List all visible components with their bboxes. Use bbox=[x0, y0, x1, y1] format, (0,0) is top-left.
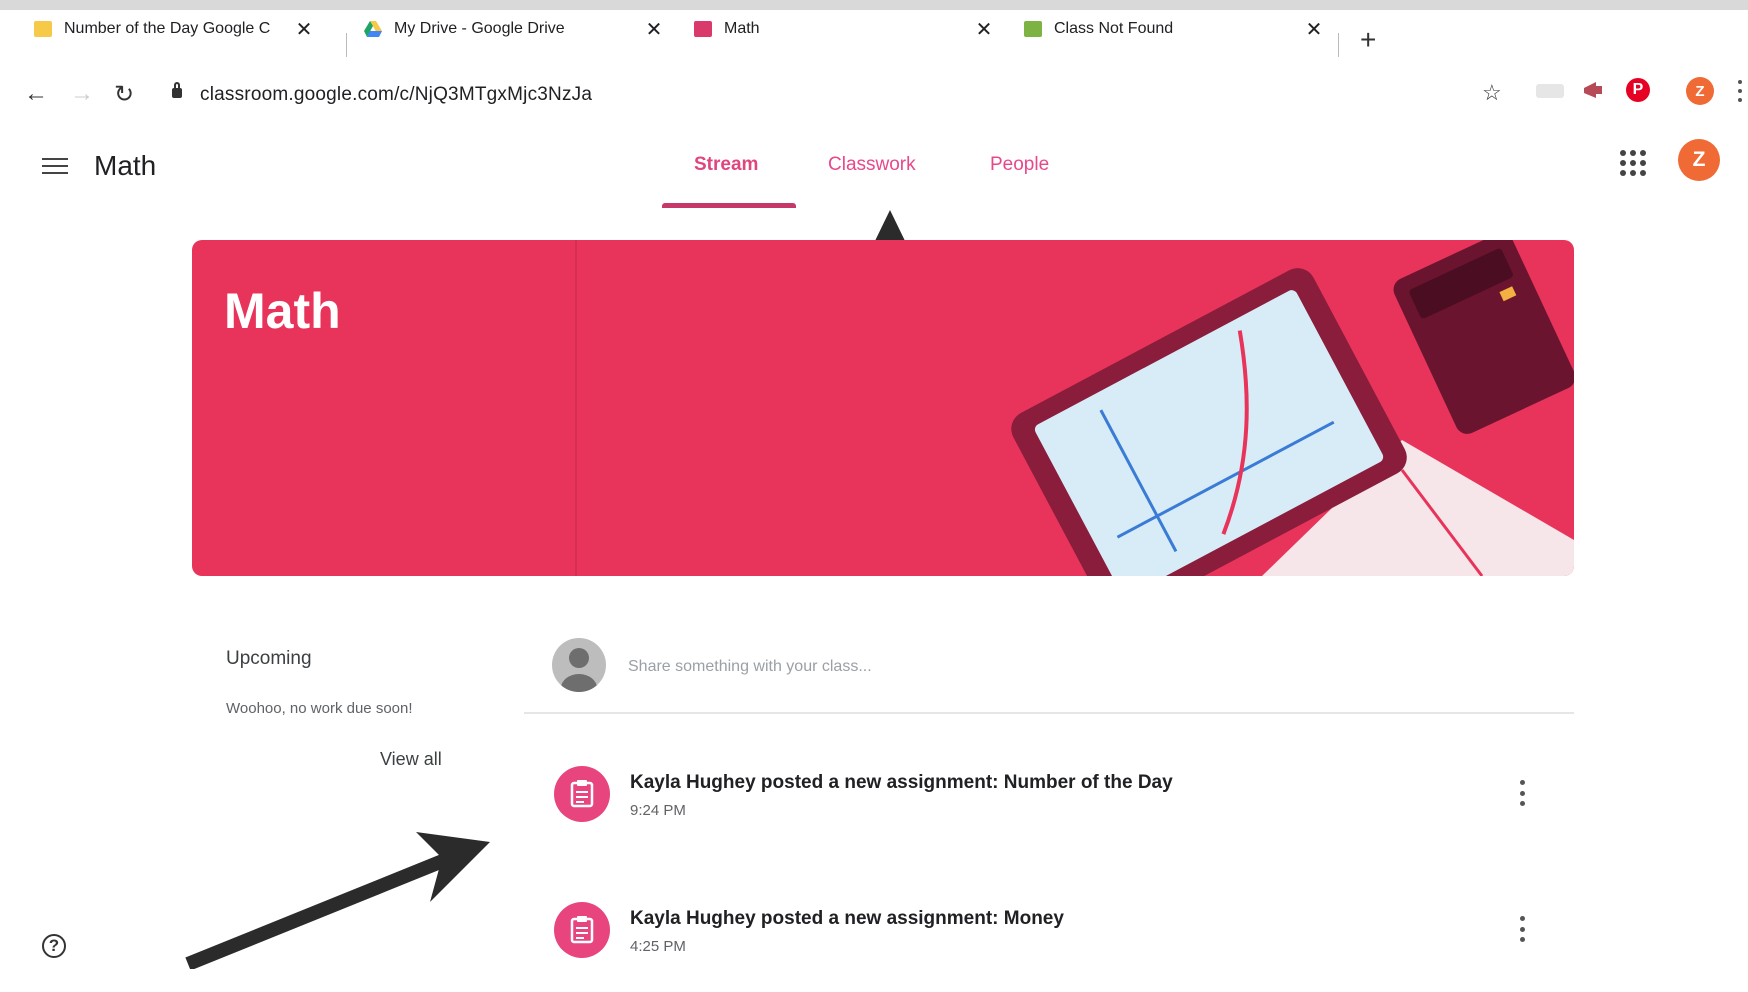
class-banner: Math bbox=[192, 240, 1574, 576]
browser-tab-my-drive[interactable]: My Drive - Google Drive ✕ bbox=[364, 14, 664, 44]
close-icon[interactable]: ✕ bbox=[974, 17, 994, 42]
share-placeholder[interactable]: Share something with your class... bbox=[628, 658, 872, 676]
tab-divider bbox=[346, 33, 347, 57]
forward-arrow-icon[interactable]: → bbox=[70, 80, 94, 108]
assignment-icon bbox=[554, 766, 610, 822]
browser-menu-icon[interactable] bbox=[1738, 80, 1742, 102]
tab-title: Math bbox=[724, 20, 760, 37]
stream-post[interactable]: Kayla Hughey posted a new assignment: Mo… bbox=[524, 902, 1574, 992]
google-apps-icon[interactable] bbox=[1620, 150, 1646, 176]
classroom-pink-icon bbox=[694, 21, 712, 37]
banner-title: Math bbox=[224, 283, 341, 339]
tab-classwork[interactable]: Classwork bbox=[828, 154, 916, 176]
pinterest-icon[interactable]: P bbox=[1626, 78, 1650, 102]
more-options-icon[interactable] bbox=[1518, 916, 1526, 942]
close-icon[interactable]: ✕ bbox=[294, 17, 314, 42]
help-icon[interactable]: ? bbox=[42, 934, 66, 958]
post-time: 4:25 PM bbox=[630, 938, 686, 955]
close-icon[interactable]: ✕ bbox=[644, 17, 664, 42]
address-bar-url[interactable]: classroom.google.com/c/NjQ3MTgxMjc3NzJa bbox=[200, 84, 592, 106]
new-tab-icon[interactable]: + bbox=[1360, 24, 1376, 56]
hamburger-menu-icon[interactable] bbox=[42, 158, 68, 176]
tab-stream[interactable]: Stream bbox=[694, 154, 758, 176]
google-drive-icon bbox=[364, 21, 382, 37]
tab-people[interactable]: People bbox=[990, 154, 1049, 176]
post-time: 9:24 PM bbox=[630, 802, 686, 819]
browser-tab-class-not-found[interactable]: Class Not Found ✕ bbox=[1024, 14, 1324, 44]
view-all-link[interactable]: View all bbox=[380, 749, 442, 770]
browser-top-edge bbox=[0, 0, 1748, 10]
post-title[interactable]: Kayla Hughey posted a new assignment: Mo… bbox=[630, 908, 1064, 930]
close-icon[interactable]: ✕ bbox=[1304, 17, 1324, 42]
classroom-green-icon bbox=[1024, 21, 1042, 37]
back-arrow-icon[interactable]: ← bbox=[24, 80, 48, 108]
share-box[interactable]: Share something with your class... bbox=[524, 628, 1574, 714]
assignment-icon bbox=[554, 902, 610, 958]
bookmark-star-icon[interactable]: ☆ bbox=[1482, 80, 1502, 106]
upcoming-title: Upcoming bbox=[226, 648, 312, 669]
browser-tab-math[interactable]: Math ✕ bbox=[694, 14, 994, 44]
annotation-arrow-diagonal bbox=[185, 832, 490, 969]
classroom-yellow-icon bbox=[34, 21, 52, 37]
upcoming-note: Woohoo, no work due soon! bbox=[226, 700, 413, 717]
reload-icon[interactable]: ↻ bbox=[114, 80, 134, 109]
more-options-icon[interactable] bbox=[1518, 780, 1526, 806]
tab-title: My Drive - Google Drive bbox=[394, 20, 565, 37]
tab-title: Class Not Found bbox=[1054, 20, 1174, 37]
math-banner-illustration bbox=[575, 240, 1574, 576]
stream-post[interactable]: Kayla Hughey posted a new assignment: Nu… bbox=[524, 766, 1574, 856]
user-avatar-placeholder-icon bbox=[552, 638, 606, 692]
tab-divider bbox=[1338, 33, 1339, 57]
active-tab-indicator bbox=[662, 203, 796, 208]
class-title[interactable]: Math bbox=[94, 150, 156, 182]
post-title[interactable]: Kayla Hughey posted a new assignment: Nu… bbox=[630, 772, 1173, 794]
lock-icon bbox=[172, 82, 182, 98]
browser-tab-number-of-the-day[interactable]: Number of the Day Google C ✕ bbox=[34, 14, 334, 44]
extension-icon[interactable] bbox=[1536, 84, 1564, 98]
browser-profile-avatar[interactable]: Z bbox=[1686, 77, 1714, 105]
tab-title: Number of the Day Google C bbox=[64, 20, 271, 37]
account-avatar[interactable]: Z bbox=[1678, 139, 1720, 181]
megaphone-icon[interactable] bbox=[1582, 80, 1606, 102]
